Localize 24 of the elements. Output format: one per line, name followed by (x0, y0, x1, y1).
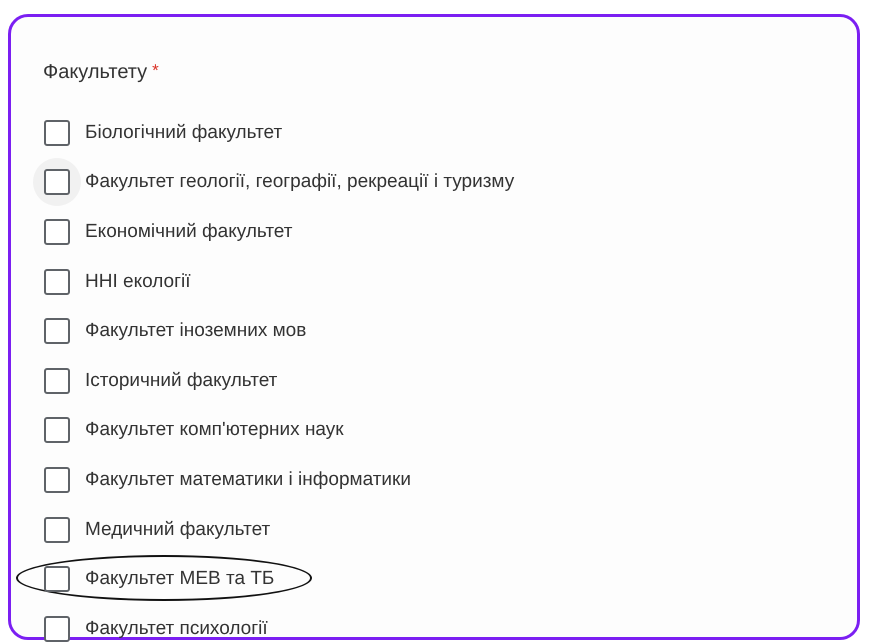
checkbox[interactable] (44, 368, 70, 394)
checkbox[interactable] (44, 169, 70, 196)
checkbox[interactable] (44, 466, 70, 493)
option-label[interactable]: Факультет комп'ютерних наук (85, 419, 344, 442)
option-label[interactable]: Факультет МЕВ та ТБ (85, 568, 274, 590)
checkbox[interactable] (44, 218, 70, 245)
option-label[interactable]: Факультет психології (85, 618, 268, 640)
option-label[interactable]: Історичний факультет (85, 370, 278, 392)
checkbox[interactable] (44, 516, 70, 543)
checkbox[interactable] (44, 566, 70, 592)
option-label[interactable]: Факультет геології, географії, рекреації і туризму (85, 171, 514, 194)
checkbox[interactable] (44, 120, 70, 146)
option-label[interactable]: Медичний факультет (85, 518, 270, 541)
required-mark: * (152, 61, 159, 81)
checkbox[interactable] (44, 268, 70, 295)
checkbox[interactable] (44, 318, 70, 344)
option-label[interactable]: Економічний факультет (85, 220, 292, 243)
option-label[interactable]: ННІ екології (85, 270, 191, 293)
option-label[interactable]: Біологічний факультет (85, 122, 282, 144)
checkbox[interactable] (44, 616, 70, 642)
option-label[interactable]: Факультет іноземних мов (85, 320, 306, 342)
checkbox[interactable] (44, 417, 70, 444)
question-title: Факультету (43, 61, 148, 84)
option-label[interactable]: Факультет математики і інформатики (85, 468, 411, 491)
